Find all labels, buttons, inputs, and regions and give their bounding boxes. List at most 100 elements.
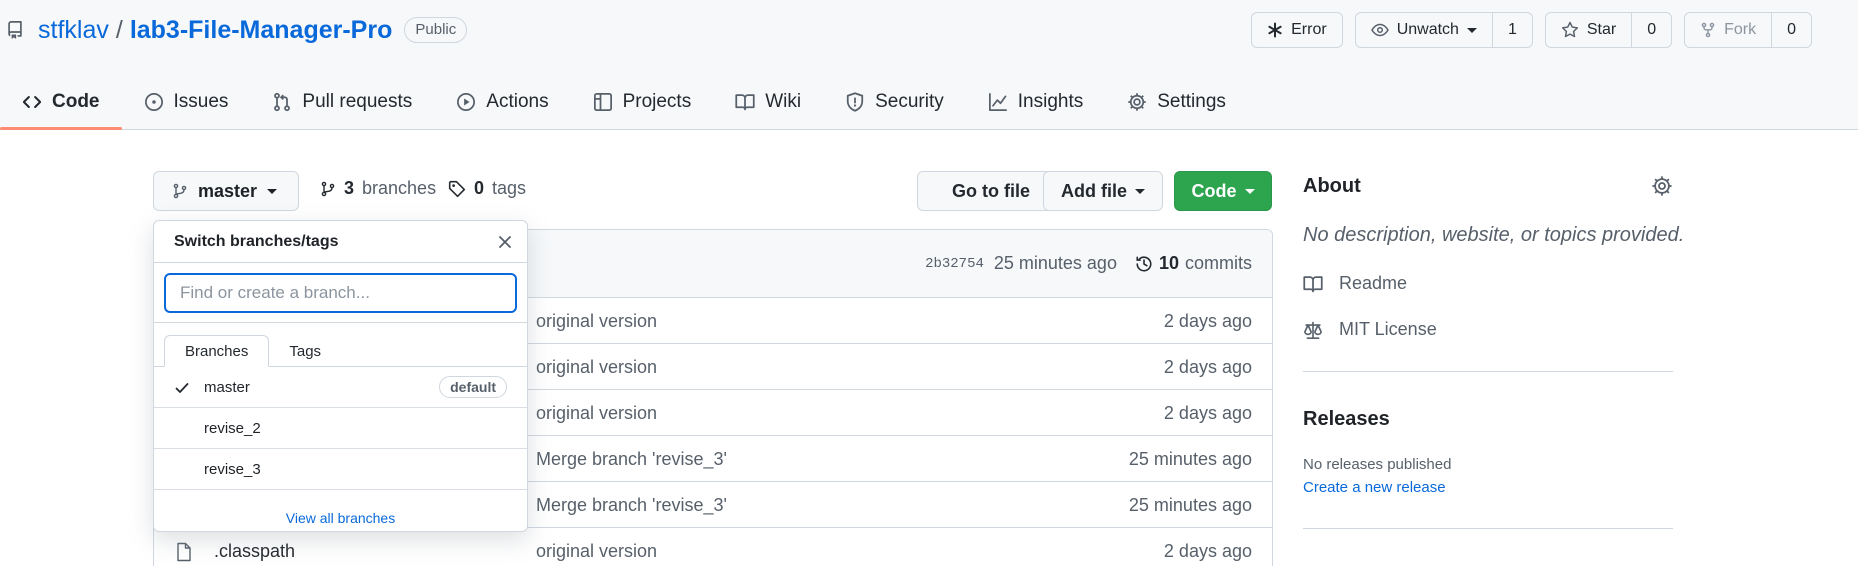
branch-item-master[interactable]: master default xyxy=(154,367,527,408)
error-button[interactable]: Error xyxy=(1251,12,1343,48)
repo-owner-link[interactable]: stfklav xyxy=(38,16,109,45)
branch-select-button[interactable]: master xyxy=(153,171,299,211)
tab-code-label: Code xyxy=(52,91,100,112)
readme-label: Readme xyxy=(1339,273,1408,293)
fork-button[interactable]: Fork 0 xyxy=(1684,12,1812,48)
eye-icon xyxy=(1370,23,1389,37)
chevron-down-icon xyxy=(1466,27,1477,33)
tab-actions-label: Actions xyxy=(486,91,549,112)
create-release-link[interactable]: Create a new release xyxy=(1303,479,1446,496)
error-label: Error xyxy=(1291,21,1327,38)
chevron-down-icon xyxy=(1135,188,1145,194)
code-icon xyxy=(22,96,42,108)
license-label: MIT License xyxy=(1339,319,1437,339)
code-button-label: Code xyxy=(1191,180,1237,201)
tab-tags[interactable]: Tags xyxy=(269,335,341,367)
tab-pull-requests[interactable]: Pull requests xyxy=(250,76,434,128)
branch-tag-tabs: Branches Tags xyxy=(154,323,527,367)
graph-icon xyxy=(988,93,1007,111)
commits-link[interactable]: 10 commits xyxy=(1135,253,1252,274)
star-count[interactable]: 0 xyxy=(1631,13,1671,47)
unwatch-label: Unwatch xyxy=(1396,21,1459,38)
about-description: No description, website, or topics provi… xyxy=(1303,224,1685,246)
code-button[interactable]: Code xyxy=(1174,171,1272,211)
path-separator: / xyxy=(115,15,123,44)
view-all-branches-link[interactable]: View all branches xyxy=(154,490,527,531)
file-row[interactable]: .classpath original version 2 days ago xyxy=(154,528,1272,566)
branch-search-input[interactable] xyxy=(164,273,517,313)
unwatch-button[interactable]: Unwatch 1 xyxy=(1354,12,1533,48)
commit-sha-link[interactable]: 2b32754 xyxy=(925,256,984,272)
star-button[interactable]: Star 0 xyxy=(1544,12,1673,48)
tab-branches[interactable]: Branches xyxy=(164,335,270,367)
repo-header: stfklav / lab3-File-Manager-Pro Public E… xyxy=(0,0,1858,130)
branch-icon xyxy=(173,183,187,199)
commit-age: 25 minutes ago xyxy=(1128,495,1252,515)
book-icon xyxy=(735,94,755,111)
commit-message-link[interactable]: Merge branch 'revise_3' xyxy=(536,449,727,470)
tab-wiki[interactable]: Wiki xyxy=(713,76,823,128)
commit-message-link[interactable]: original version xyxy=(536,541,657,562)
branches-count: 3 xyxy=(344,178,355,198)
check-icon xyxy=(175,383,189,393)
commit-message-link[interactable]: original version xyxy=(536,311,657,332)
file-name-link[interactable]: .classpath xyxy=(214,541,295,562)
close-icon[interactable] xyxy=(497,234,513,250)
tab-projects[interactable]: Projects xyxy=(571,76,714,128)
commit-age: 2 days ago xyxy=(1163,311,1252,331)
file-icon xyxy=(177,542,191,562)
branch-item-revise-2[interactable]: revise_2 xyxy=(154,408,527,449)
license-link[interactable]: MIT License xyxy=(1303,319,1437,340)
branch-name: revise_2 xyxy=(204,419,261,437)
branches-label: branches xyxy=(362,178,437,198)
readme-link[interactable]: Readme xyxy=(1303,273,1407,294)
repo-nav: Code Issues Pull requests Actions Projec… xyxy=(0,76,1248,130)
star-label: Star xyxy=(1586,21,1617,38)
commit-info: 2b32754 25 minutes ago 10 commits xyxy=(925,253,1252,274)
tab-issues[interactable]: Issues xyxy=(122,76,251,128)
repo-name-link[interactable]: lab3-File-Manager-Pro xyxy=(130,16,393,45)
repo-actions: Error Unwatch 1 Star 0 Fork 0 xyxy=(1251,12,1812,48)
no-releases-text: No releases published xyxy=(1303,456,1452,473)
table-icon xyxy=(593,93,612,111)
branch-switcher-popover: Switch branches/tags Branches Tags maste… xyxy=(153,220,528,532)
visibility-badge: Public xyxy=(404,17,468,43)
tab-security-label: Security xyxy=(875,91,944,112)
branch-filter xyxy=(154,263,527,323)
current-branch-label: master xyxy=(198,180,258,201)
branches-link[interactable]: 3 branches xyxy=(320,178,436,199)
tab-security[interactable]: Security xyxy=(823,76,966,128)
fork-count[interactable]: 0 xyxy=(1771,13,1811,47)
commit-message-link[interactable]: original version xyxy=(536,357,657,378)
gear-icon[interactable] xyxy=(1651,175,1673,197)
tag-icon xyxy=(448,180,466,197)
tab-insights[interactable]: Insights xyxy=(966,76,1105,128)
tab-actions[interactable]: Actions xyxy=(434,76,570,128)
add-file-button[interactable]: Add file xyxy=(1043,171,1163,211)
sidebar-divider xyxy=(1303,371,1673,372)
tags-link[interactable]: 0 tags xyxy=(448,178,526,199)
tab-code[interactable]: Code xyxy=(0,76,122,130)
tab-insights-label: Insights xyxy=(1017,91,1084,112)
repo-title: stfklav / lab3-File-Manager-Pro Public xyxy=(6,12,468,48)
watch-count[interactable]: 1 xyxy=(1491,13,1532,47)
branch-icon xyxy=(321,181,335,196)
commit-age: 2 days ago xyxy=(1163,403,1252,423)
fork-label: Fork xyxy=(1724,21,1757,38)
law-icon xyxy=(1304,321,1322,339)
tab-wiki-label: Wiki xyxy=(765,91,802,112)
gear-icon xyxy=(1128,93,1146,111)
commit-age: 25 minutes ago xyxy=(1128,449,1252,469)
tags-count: 0 xyxy=(474,178,485,198)
popover-title: Switch branches/tags xyxy=(174,232,339,250)
commit-age: 2 days ago xyxy=(1163,357,1252,377)
releases-heading[interactable]: Releases xyxy=(1303,408,1390,431)
repo-icon xyxy=(8,21,22,39)
tab-settings[interactable]: Settings xyxy=(1105,76,1248,128)
commit-message-link[interactable]: original version xyxy=(536,403,657,424)
sidebar-divider xyxy=(1303,528,1673,529)
commit-time: 25 minutes ago xyxy=(993,253,1117,273)
history-icon xyxy=(1136,255,1152,272)
branch-item-revise-3[interactable]: revise_3 xyxy=(154,449,527,490)
commit-message-link[interactable]: Merge branch 'revise_3' xyxy=(536,495,727,516)
